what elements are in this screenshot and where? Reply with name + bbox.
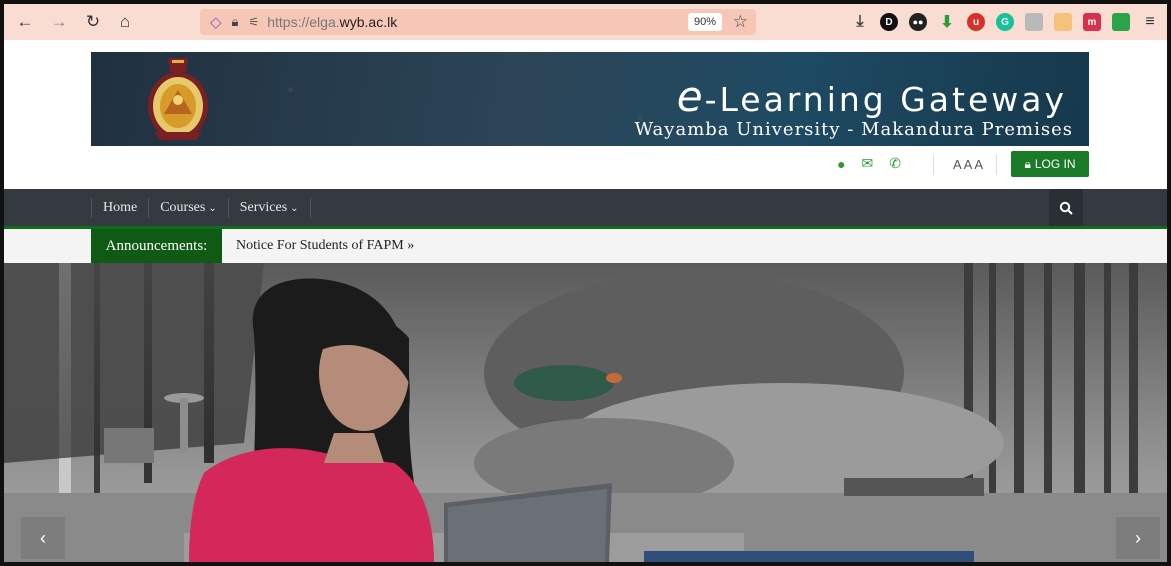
carousel-prev-button[interactable]: ‹ [21, 517, 65, 559]
nav-item-services[interactable]: Services ⌄ [227, 198, 311, 218]
nav-menu: Home Courses ⌄ Services ⌄ [91, 198, 311, 218]
ext-m-icon[interactable]: m [1083, 13, 1101, 31]
divider [933, 155, 934, 175]
divider [996, 155, 997, 175]
forward-arrow-icon[interactable]: → [46, 9, 72, 35]
envelope-icon[interactable]: ✉ [862, 155, 874, 172]
site-banner: e-Learning Gateway Wayamba University - … [91, 52, 1089, 146]
site-subtitle: Wayamba University - Makandura Premises [634, 119, 1073, 140]
tracking-shield-icon[interactable]: ◇ [210, 13, 222, 31]
ext-sheet-icon[interactable] [1112, 13, 1130, 31]
bookmark-star-icon[interactable]: ☆ [733, 12, 748, 32]
browser-toolbar: ← → ↻ ⌂ ◇ 🔒︎ ⚟ https://elga.wyb.ac.lk 90… [4, 4, 1167, 40]
search-icon [1059, 201, 1073, 215]
carousel-next-button[interactable]: › [1116, 517, 1160, 559]
ext-notes-icon[interactable] [1054, 13, 1072, 31]
back-arrow-icon[interactable]: ← [12, 9, 38, 35]
address-bar[interactable]: ◇ 🔒︎ ⚟ https://elga.wyb.ac.lk 90% ☆ [200, 9, 756, 35]
permissions-icon[interactable]: ⚟ [248, 15, 259, 29]
nav-item-courses[interactable]: Courses ⌄ [148, 198, 228, 218]
login-button[interactable]: 🔒︎ LOG IN [1011, 151, 1089, 177]
login-button-label: LOG IN [1034, 157, 1076, 171]
contact-icons: ● ✉ ✆ [837, 155, 901, 172]
hero-carousel: ‹ › [4, 263, 1167, 562]
utility-row: ● ✉ ✆ AAA 🔒︎ LOG IN [91, 150, 1089, 180]
url-text: https://elga.wyb.ac.lk [267, 14, 398, 30]
extensions-area: ⤓ D ●● ⬇ u G m ≡ [851, 4, 1159, 40]
university-crest-logo[interactable] [146, 56, 210, 142]
announcement-link[interactable]: Notice For Students of FAPM » [236, 238, 414, 254]
search-button[interactable] [1049, 189, 1083, 226]
main-navbar: Home Courses ⌄ Services ⌄ [4, 189, 1167, 226]
zoom-level-badge[interactable]: 90% [687, 13, 722, 31]
announcement-bar: Announcements: Notice For Students of FA… [4, 229, 1167, 263]
lock-icon[interactable]: 🔒︎ [232, 14, 239, 30]
nav-item-home[interactable]: Home [91, 198, 148, 218]
chevron-down-icon: ⌄ [208, 203, 217, 214]
chevron-down-icon: ⌄ [290, 203, 299, 214]
ext-d-icon[interactable]: D [880, 13, 898, 31]
download-icon[interactable]: ⤓ [851, 13, 869, 31]
ext-glasses-icon[interactable]: ●● [909, 13, 927, 31]
location-pin-icon[interactable]: ● [837, 156, 845, 172]
ext-grammarly-icon[interactable]: G [996, 13, 1014, 31]
reload-icon[interactable]: ↻ [80, 9, 106, 35]
site-title: e-Learning Gateway [676, 72, 1067, 121]
ext-ublock-icon[interactable]: u [967, 13, 985, 31]
ext-down-arrow-icon[interactable]: ⬇ [938, 13, 956, 31]
lock-icon: 🔒︎ [1024, 156, 1031, 171]
ext-shield-icon[interactable] [1025, 13, 1043, 31]
announcements-label: Announcements: [91, 229, 222, 263]
font-size-control[interactable]: AAA [953, 157, 985, 172]
home-icon[interactable]: ⌂ [112, 9, 138, 35]
phone-icon[interactable]: ✆ [889, 155, 901, 172]
hero-image [4, 263, 1167, 562]
menu-icon[interactable]: ≡ [1141, 13, 1159, 31]
